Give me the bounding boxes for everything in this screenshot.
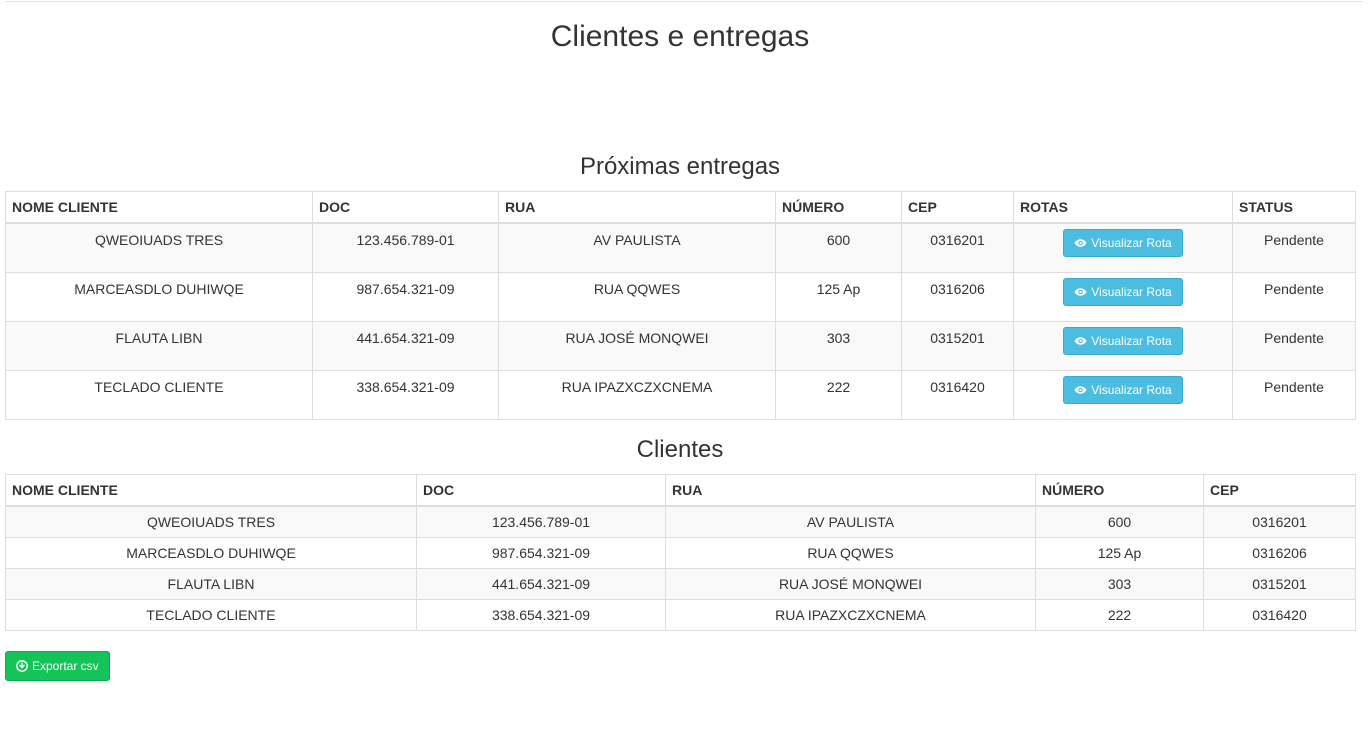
cell-cep: 0316201 [1203, 505, 1356, 538]
cell-rotas: Visualizar Rota [1013, 370, 1233, 420]
cell-rua: RUA IPAZXCZXCNEMA [665, 599, 1036, 631]
visualizar-rota-label: Visualizar Rota [1091, 383, 1172, 397]
cell-status: Pendente [1232, 370, 1356, 420]
header-nome-cliente[interactable]: NOME CLIENTE [5, 191, 313, 224]
cell-rua: AV PAULISTA [498, 222, 776, 273]
visualizar-rota-button[interactable]: Visualizar Rota [1063, 278, 1183, 306]
cell-cep: 0316420 [1203, 599, 1356, 631]
cell-cep: 0316206 [901, 272, 1014, 322]
header-nome-cliente[interactable]: NOME CLIENTE [5, 474, 417, 507]
download-circle-icon [16, 660, 28, 672]
table-row: QWEOIUADS TRES 123.456.789-01 AV PAULIST… [5, 222, 1356, 273]
clientes-title: Clientes [636, 436, 724, 463]
cell-rua: RUA JOSÉ MONQWEI [665, 568, 1036, 600]
clientes-table: NOME CLIENTE DOC RUA NÚMERO CEP QWEOIUAD… [5, 474, 1356, 631]
cell-numero: 600 [1035, 505, 1204, 538]
eye-icon [1074, 239, 1087, 247]
visualizar-rota-button[interactable]: Visualizar Rota [1063, 229, 1183, 257]
header-rua[interactable]: RUA [498, 191, 776, 224]
cell-numero: 125 Ap [1035, 537, 1204, 569]
exportar-csv-button[interactable]: Exportar csv [5, 651, 110, 681]
cell-cep: 0316420 [901, 370, 1014, 420]
header-status[interactable]: STATUS [1232, 191, 1356, 224]
cell-nome: TECLADO CLIENTE [5, 370, 313, 420]
cell-rotas: Visualizar Rota [1013, 321, 1233, 371]
header-cep[interactable]: CEP [901, 191, 1014, 224]
visualizar-rota-label: Visualizar Rota [1091, 334, 1172, 348]
cell-doc: 123.456.789-01 [416, 505, 666, 538]
visualizar-rota-button[interactable]: Visualizar Rota [1063, 376, 1183, 404]
visualizar-rota-button[interactable]: Visualizar Rota [1063, 327, 1183, 355]
cell-doc: 987.654.321-09 [312, 272, 499, 322]
cell-status: Pendente [1232, 321, 1356, 371]
table-row: MARCEASDLO DUHIWQE 987.654.321-09 RUA QQ… [5, 272, 1356, 322]
visualizar-rota-label: Visualizar Rota [1091, 236, 1172, 250]
cell-cep: 0316206 [1203, 537, 1356, 569]
cell-numero: 303 [1035, 568, 1204, 600]
cell-numero: 600 [775, 222, 902, 273]
cell-rua: RUA JOSÉ MONQWEI [498, 321, 776, 371]
exportar-csv-label: Exportar csv [32, 659, 99, 673]
cell-doc: 123.456.789-01 [312, 222, 499, 273]
cell-status: Pendente [1232, 222, 1356, 273]
cell-nome: MARCEASDLO DUHIWQE [5, 537, 417, 569]
visualizar-rota-label: Visualizar Rota [1091, 285, 1172, 299]
header-rua[interactable]: RUA [665, 474, 1036, 507]
table-row: FLAUTA LIBN 441.654.321-09 RUA JOSÉ MONQ… [5, 568, 1356, 600]
table-row: TECLADO CLIENTE 338.654.321-09 RUA IPAZX… [5, 599, 1356, 631]
cell-rua: AV PAULISTA [665, 505, 1036, 538]
cell-nome: MARCEASDLO DUHIWQE [5, 272, 313, 322]
page-title: Clientes e entregas [550, 20, 810, 53]
cell-nome: QWEOIUADS TRES [5, 222, 313, 273]
table-header-row: NOME CLIENTE DOC RUA NÚMERO CEP ROTAS ST… [5, 191, 1356, 224]
cell-doc: 441.654.321-09 [416, 568, 666, 600]
proximas-entregas-table: NOME CLIENTE DOC RUA NÚMERO CEP ROTAS ST… [5, 191, 1356, 420]
cell-numero: 303 [775, 321, 902, 371]
header-rotas[interactable]: ROTAS [1013, 191, 1233, 224]
cell-rua: RUA QQWES [498, 272, 776, 322]
header-doc[interactable]: DOC [312, 191, 499, 224]
cell-nome: TECLADO CLIENTE [5, 599, 417, 631]
cell-doc: 441.654.321-09 [312, 321, 499, 371]
eye-icon [1074, 288, 1087, 296]
cell-doc: 338.654.321-09 [416, 599, 666, 631]
cell-nome: FLAUTA LIBN [5, 568, 417, 600]
header-numero[interactable]: NÚMERO [775, 191, 902, 224]
cell-rotas: Visualizar Rota [1013, 272, 1233, 322]
eye-icon [1074, 386, 1087, 394]
cell-numero: 125 Ap [775, 272, 902, 322]
cell-rua: RUA IPAZXCZXCNEMA [498, 370, 776, 420]
cell-cep: 0316201 [901, 222, 1014, 273]
cell-nome: FLAUTA LIBN [5, 321, 313, 371]
top-divider [5, 1, 1363, 2]
proximas-entregas-title: Próximas entregas [579, 153, 781, 180]
header-cep[interactable]: CEP [1203, 474, 1356, 507]
cell-doc: 987.654.321-09 [416, 537, 666, 569]
cell-rotas: Visualizar Rota [1013, 222, 1233, 273]
header-numero[interactable]: NÚMERO [1035, 474, 1204, 507]
cell-numero: 222 [775, 370, 902, 420]
cell-cep: 0315201 [1203, 568, 1356, 600]
table-row: FLAUTA LIBN 441.654.321-09 RUA JOSÉ MONQ… [5, 321, 1356, 371]
cell-numero: 222 [1035, 599, 1204, 631]
table-row: MARCEASDLO DUHIWQE 987.654.321-09 RUA QQ… [5, 537, 1356, 569]
table-header-row: NOME CLIENTE DOC RUA NÚMERO CEP [5, 474, 1356, 507]
table-row: TECLADO CLIENTE 338.654.321-09 RUA IPAZX… [5, 370, 1356, 420]
cell-rua: RUA QQWES [665, 537, 1036, 569]
eye-icon [1074, 337, 1087, 345]
cell-nome: QWEOIUADS TRES [5, 505, 417, 538]
cell-cep: 0315201 [901, 321, 1014, 371]
cell-doc: 338.654.321-09 [312, 370, 499, 420]
table-row: QWEOIUADS TRES 123.456.789-01 AV PAULIST… [5, 505, 1356, 538]
header-doc[interactable]: DOC [416, 474, 666, 507]
cell-status: Pendente [1232, 272, 1356, 322]
